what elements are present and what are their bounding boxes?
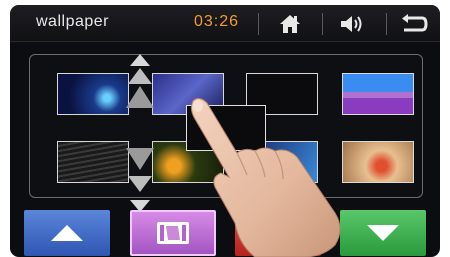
scroll-arrows bbox=[126, 54, 154, 212]
wallpaper-thumbnail[interactable] bbox=[342, 73, 414, 115]
back-icon bbox=[402, 14, 428, 32]
divider bbox=[386, 13, 387, 35]
volume-button[interactable] bbox=[336, 10, 368, 38]
wallpaper-thumbnail[interactable] bbox=[57, 141, 129, 183]
divider bbox=[258, 13, 259, 35]
clock: 03:26 bbox=[194, 13, 240, 30]
scroll-up-button[interactable] bbox=[24, 210, 110, 256]
wallpaper-thumbnail[interactable] bbox=[57, 73, 129, 115]
down-arrow-icon bbox=[126, 148, 154, 212]
speaker-icon bbox=[341, 16, 362, 32]
home-button[interactable] bbox=[274, 10, 306, 38]
up-arrow-icon bbox=[51, 225, 83, 241]
pointing-hand-image bbox=[190, 97, 341, 257]
up-arrow-icon bbox=[126, 54, 154, 108]
home-icon bbox=[280, 15, 300, 33]
scroll-down-button[interactable] bbox=[340, 210, 426, 256]
wallpaper-thumbnail[interactable] bbox=[342, 141, 414, 183]
page-title: wallpaper bbox=[36, 13, 109, 30]
top-bar: wallpaper 03:26 bbox=[10, 5, 440, 42]
back-button[interactable] bbox=[398, 10, 430, 38]
down-arrow-icon bbox=[367, 225, 399, 241]
divider bbox=[322, 13, 323, 35]
